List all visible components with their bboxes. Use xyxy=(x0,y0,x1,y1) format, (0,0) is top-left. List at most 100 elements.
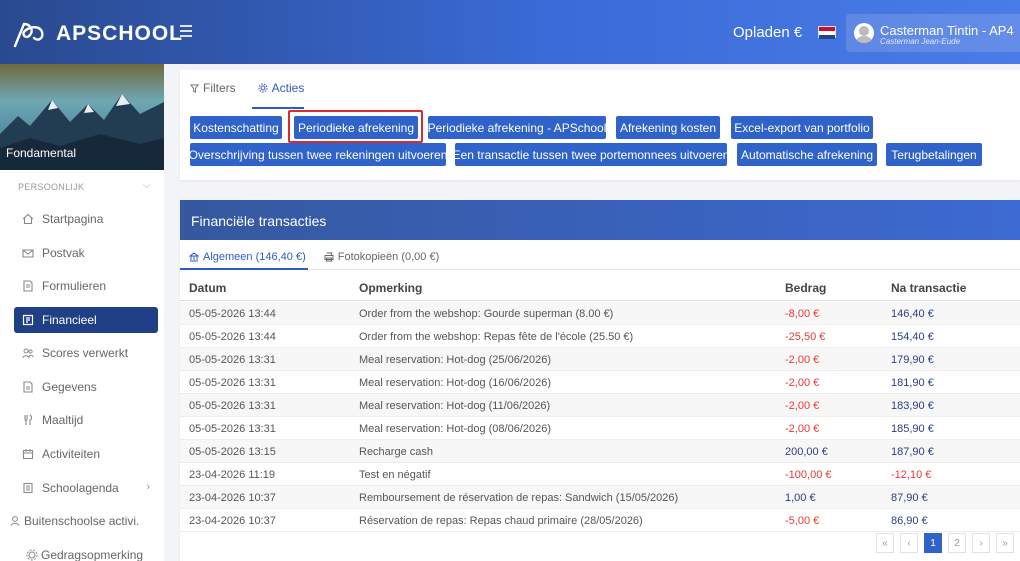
transactions-title: Financiële transacties xyxy=(191,213,327,229)
bank-icon xyxy=(189,252,199,262)
table-row[interactable]: 05-05-2026 13:31 Meal reservation: Hot-do… xyxy=(180,394,1020,417)
terugbetalingen-button[interactable]: Terugbetalingen xyxy=(886,143,982,166)
cell-note: Réservation de repas: Repas chaud primai… xyxy=(359,514,643,527)
cell-amount: 200,00 € xyxy=(785,445,828,458)
sidebar-item-label: Maaltijd xyxy=(42,413,84,427)
meal-icon xyxy=(24,414,33,425)
cell-amount: -8,00 € xyxy=(785,307,820,320)
table-row[interactable]: 05-05-2026 13:31 Meal reservation: Hot-do… xyxy=(180,348,1020,371)
column-header-datum[interactable]: Datum xyxy=(189,275,226,301)
page-1-button[interactable]: 1 xyxy=(924,533,942,553)
column-header-opmerking[interactable]: Opmerking xyxy=(359,275,422,301)
sidebar-item-gedragsopmerking[interactable]: Gedragsopmerking xyxy=(20,542,164,561)
next-page-button[interactable]: › xyxy=(972,533,990,553)
column-header-na-transactie[interactable]: Na transactie xyxy=(891,275,966,301)
afrekening-kosten-button[interactable]: Afrekening kosten xyxy=(616,116,720,139)
user-menu[interactable]: Casterman Tintin - AP4 Casterman Jean-Eu… xyxy=(846,14,1020,52)
top-bar: APSCHOOL Opladen € Casterman Tintin - AP… xyxy=(0,0,1020,64)
user-subtitle: Casterman Jean-Eude xyxy=(880,37,961,46)
sidebar-item-gegevens[interactable]: Gegevens xyxy=(14,374,158,400)
cell-date: 05-05-2026 13:31 xyxy=(189,422,276,435)
cell-note: Meal reservation: Hot-dog (16/06/2026) xyxy=(359,376,551,389)
sidebar-item-buitenschoolse[interactable]: Buitenschoolse activi. xyxy=(4,508,148,534)
cell-amount: -2,00 € xyxy=(785,399,820,412)
app-logo[interactable]: APSCHOOL xyxy=(12,20,183,48)
sidebar-item-label: Activiteiten xyxy=(42,447,101,461)
finance-icon xyxy=(22,314,34,326)
transactions-card: Financiële transacties Algemeen (146,40 … xyxy=(180,200,1020,561)
tab-filters[interactable]: Filters xyxy=(190,80,236,96)
cell-after: 146,40 € xyxy=(891,307,934,320)
sidebar-item-financieel[interactable]: Financieel xyxy=(14,307,158,333)
school-banner[interactable]: Fondamental xyxy=(0,64,164,170)
sidebar-item-maaltijd[interactable]: Maaltijd xyxy=(14,407,158,433)
cell-amount: -100,00 € xyxy=(785,468,832,481)
transactie-portemonnees-button[interactable]: Een transactie tussen twee portemonnees … xyxy=(453,143,729,166)
tab-label: Acties xyxy=(271,81,305,95)
first-page-button[interactable]: « xyxy=(876,533,894,553)
table-row[interactable]: 23-04-2026 10:37 Réservation de repas: Re… xyxy=(180,509,1020,532)
table-row[interactable]: 23-04-2026 10:37 Remboursement de réserva… xyxy=(180,486,1020,509)
cell-after: 187,90 € xyxy=(891,445,934,458)
tab-label: Filters xyxy=(203,81,236,95)
chevron-down-icon[interactable]: ⌵ xyxy=(143,180,151,191)
cell-note: Meal reservation: Hot-dog (25/06/2026) xyxy=(359,353,551,366)
sidebar-item-label: Postvak xyxy=(42,246,85,260)
periodieke-afrekening-apschool-button[interactable]: Periodieke afrekening - APSchool xyxy=(428,116,606,139)
sidebar-item-startpagina[interactable]: Startpagina xyxy=(14,206,158,232)
column-header-bedrag[interactable]: Bedrag xyxy=(785,275,826,301)
cell-note: Test en négatif xyxy=(359,468,431,481)
table-row[interactable]: 05-05-2026 13:31 Meal reservation: Hot-do… xyxy=(180,371,1020,394)
wallet-tabs: Algemeen (146,40 €) Fotokopieën (0,00 €) xyxy=(189,251,457,263)
chevron-right-icon: › xyxy=(146,481,150,493)
sidebar-item-schoolagenda[interactable]: Schoolagenda › xyxy=(14,475,158,501)
tab-acties[interactable]: Acties xyxy=(258,80,305,96)
cell-note: Meal reservation: Hot-dog (08/06/2026) xyxy=(359,422,551,435)
sidebar-item-label: Buitenschoolse activi. xyxy=(24,514,140,528)
cell-date: 23-04-2026 10:37 xyxy=(189,491,276,504)
page-2-button[interactable]: 2 xyxy=(948,533,966,553)
cell-amount: 1,00 € xyxy=(785,491,816,504)
sidebar-item-activiteiten[interactable]: Activiteiten xyxy=(14,441,158,467)
filter-icon xyxy=(190,83,199,93)
table-row[interactable]: 05-05-2026 13:31 Meal reservation: Hot-do… xyxy=(180,417,1020,440)
sidebar-item-formulieren[interactable]: Formulieren xyxy=(14,273,158,299)
scores-icon xyxy=(22,348,34,359)
table-row[interactable]: 23-04-2026 11:19 Test en négatif -100,00 €… xyxy=(180,463,1020,486)
table-row[interactable]: 05-05-2026 13:44 Order from the webshop: … xyxy=(180,325,1020,348)
excel-export-button[interactable]: Excel-export van portfolio xyxy=(731,116,873,139)
cell-date: 05-05-2026 13:44 xyxy=(189,307,276,320)
user-name: Casterman Tintin - AP4 xyxy=(880,23,1014,38)
last-page-button[interactable]: » xyxy=(996,533,1014,553)
form-icon xyxy=(23,280,33,292)
sidebar-item-label: Scores verwerkt xyxy=(42,346,129,360)
section-label: PERSOONLIJK xyxy=(18,182,85,192)
sidebar-item-label: Gegevens xyxy=(42,380,97,394)
tab-active-indicator xyxy=(252,107,304,109)
automatische-afrekening-button[interactable]: Automatische afrekening xyxy=(737,143,877,166)
language-flag-icon[interactable] xyxy=(818,26,836,39)
tab-label: Algemeen (146,40 €) xyxy=(203,251,306,263)
cell-amount: -2,00 € xyxy=(785,422,820,435)
logo-mark-icon xyxy=(13,22,44,48)
prev-page-button[interactable]: ‹ xyxy=(900,533,918,553)
tab-algemeen[interactable]: Algemeen (146,40 €) xyxy=(189,251,306,263)
table-row[interactable]: 05-05-2026 13:15 Recharge cash 200,00 € 187… xyxy=(180,440,1020,463)
gear-icon xyxy=(26,549,38,561)
cell-amount: -2,00 € xyxy=(785,376,820,389)
cell-date: 05-05-2026 13:31 xyxy=(189,376,276,389)
sidebar-item-postvak[interactable]: Postvak xyxy=(14,240,158,266)
overschrijving-button[interactable]: Overschrijving tussen twee rekeningen ui… xyxy=(189,143,447,166)
gear-icon xyxy=(258,83,268,93)
sidebar-item-scores[interactable]: Scores verwerkt xyxy=(14,340,158,366)
table-row[interactable]: 05-05-2026 13:44 Order from the webshop: … xyxy=(180,302,1020,325)
menu-toggle-icon[interactable] xyxy=(180,25,192,37)
topup-link[interactable]: Opladen € xyxy=(733,24,802,41)
inbox-icon xyxy=(22,249,34,258)
cell-note: Remboursement de réservation de repas: S… xyxy=(359,491,679,504)
tab-fotokopieen[interactable]: Fotokopieën (0,00 €) xyxy=(324,251,439,263)
tab-active-indicator xyxy=(180,268,308,270)
kostenschatting-button[interactable]: Kostenschatting xyxy=(190,116,282,139)
cell-after: 183,90 € xyxy=(891,399,934,412)
people-icon xyxy=(10,516,20,527)
